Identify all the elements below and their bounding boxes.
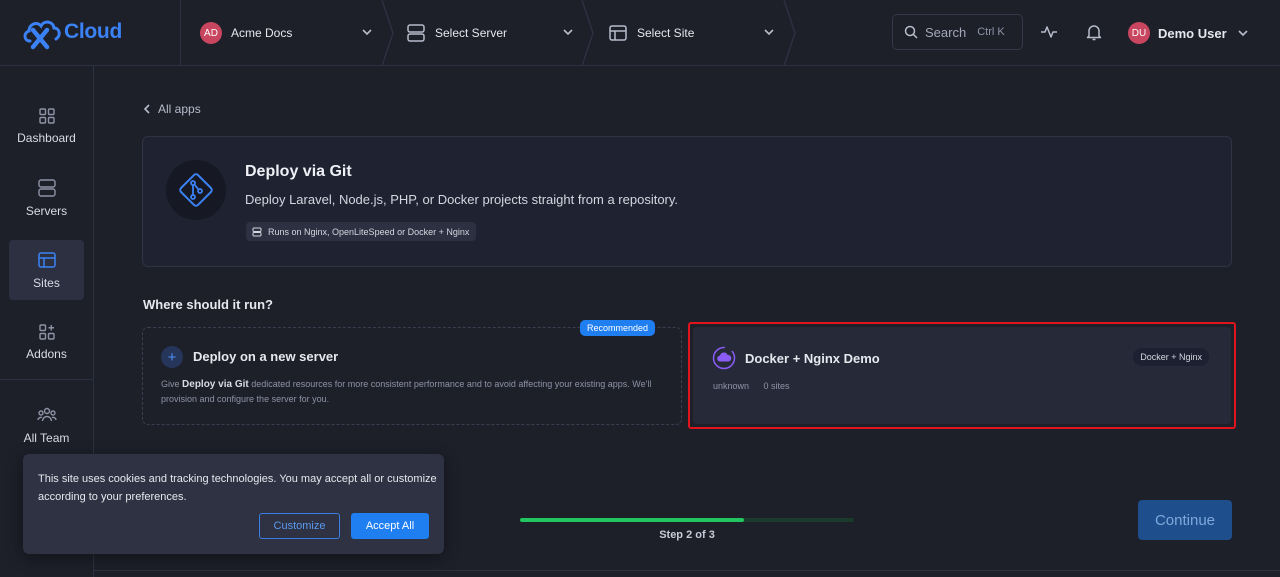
user-menu[interactable]: DU Demo User bbox=[1128, 21, 1250, 45]
placement-heading: Where should it run? bbox=[143, 297, 273, 312]
site-selector-label: Select Site bbox=[637, 26, 695, 40]
app-title: Deploy via Git bbox=[245, 163, 352, 180]
sidebar-item-label: Addons bbox=[26, 347, 67, 361]
recommended-badge: Recommended bbox=[580, 320, 656, 336]
addons-icon bbox=[38, 324, 55, 340]
server-selector-label: Select Server bbox=[435, 26, 508, 40]
breadcrumb-separator bbox=[381, 0, 394, 66]
site-selector[interactable]: Select Site bbox=[608, 0, 788, 66]
app-icon-wrapper bbox=[166, 160, 226, 220]
back-link[interactable]: All apps bbox=[143, 102, 201, 116]
chevron-left-icon bbox=[143, 104, 150, 114]
logo[interactable]: Cloud bbox=[22, 14, 122, 50]
team-selector[interactable]: AD Acme Docs bbox=[200, 0, 380, 66]
app-header-card: Deploy via Git Deploy Laravel, Node.js, … bbox=[142, 136, 1232, 267]
search-button[interactable]: Search Ctrl K bbox=[892, 14, 1023, 50]
cookie-banner: This site uses cookies and tracking tech… bbox=[23, 454, 444, 554]
sidebar-item-label: All Team bbox=[23, 431, 70, 445]
server-provider: unknown bbox=[713, 381, 750, 391]
team-icon bbox=[36, 407, 57, 422]
bell-icon[interactable] bbox=[1084, 22, 1104, 42]
sidebar-item-servers[interactable]: Servers bbox=[9, 168, 84, 228]
divider bbox=[0, 379, 94, 380]
existing-server-title: Docker + Nginx Demo bbox=[745, 351, 880, 366]
server-meta: unknown 0 sites bbox=[713, 381, 790, 391]
top-bar: Cloud AD Acme Docs Select Server Select … bbox=[0, 0, 1280, 66]
runs-on-text: Runs on Nginx, OpenLiteSpeed or Docker +… bbox=[268, 226, 470, 237]
site-icon bbox=[609, 25, 627, 41]
git-icon bbox=[179, 173, 213, 207]
new-server-description: Give Deploy via Git dedicated resources … bbox=[161, 377, 666, 407]
breadcrumb-separator bbox=[783, 0, 796, 66]
sidebar-item-addons[interactable]: Addons bbox=[9, 312, 84, 372]
desc-prefix: Give bbox=[161, 379, 180, 389]
new-server-option[interactable]: + Deploy on a new server Give Deploy via… bbox=[142, 327, 682, 425]
sidebar-item-label: Servers bbox=[25, 204, 68, 218]
chevron-down-icon bbox=[1238, 30, 1248, 37]
server-icon bbox=[37, 179, 56, 197]
activity-icon[interactable] bbox=[1039, 22, 1059, 42]
divider bbox=[94, 570, 1280, 571]
x-cloud-logo-icon bbox=[23, 20, 61, 50]
team-name: Acme Docs bbox=[231, 26, 293, 40]
wizard-progress-bar bbox=[520, 518, 854, 522]
new-server-title: Deploy on a new server bbox=[193, 349, 339, 364]
server-site-count: 0 sites bbox=[763, 381, 790, 391]
chevron-down-icon bbox=[764, 29, 774, 36]
existing-server-option[interactable]: Docker + Nginx Demo Docker + Nginx unkno… bbox=[688, 322, 1236, 429]
cloud-server-icon bbox=[712, 346, 736, 370]
continue-button[interactable]: Continue bbox=[1138, 500, 1232, 540]
accept-all-cookies-button[interactable]: Accept All bbox=[351, 513, 429, 539]
user-avatar: DU bbox=[1128, 22, 1150, 44]
plus-icon: + bbox=[161, 346, 183, 368]
wizard-step-label: Step 2 of 3 bbox=[659, 529, 715, 541]
chevron-down-icon bbox=[362, 29, 372, 36]
server-type-tag: Docker + Nginx bbox=[1133, 348, 1209, 366]
sidebar-item-label: Sites bbox=[33, 276, 60, 290]
cookie-message: This site uses cookies and tracking tech… bbox=[38, 473, 437, 503]
search-icon bbox=[904, 25, 918, 39]
runs-on-badge: Runs on Nginx, OpenLiteSpeed or Docker +… bbox=[246, 222, 477, 241]
back-link-label: All apps bbox=[158, 102, 201, 116]
sidebar-item-label: Dashboard bbox=[17, 131, 76, 145]
search-shortcut: Ctrl K bbox=[977, 26, 1005, 38]
sidebar-item-sites[interactable]: Sites bbox=[9, 240, 84, 300]
desc-app-name: Deploy via Git bbox=[182, 379, 249, 390]
sidebar-item-all-team[interactable]: All Team bbox=[9, 395, 84, 455]
search-label: Search bbox=[925, 24, 967, 40]
divider bbox=[180, 0, 181, 66]
breadcrumb-separator bbox=[581, 0, 594, 66]
app-description: Deploy Laravel, Node.js, PHP, or Docker … bbox=[245, 192, 679, 207]
team-avatar: AD bbox=[200, 22, 222, 44]
dashboard-icon bbox=[38, 108, 55, 124]
customize-cookies-button[interactable]: Customize bbox=[259, 513, 340, 539]
server-icon bbox=[407, 24, 425, 42]
server-icon bbox=[252, 227, 262, 236]
logo-text: Cloud bbox=[64, 20, 122, 43]
chevron-down-icon bbox=[563, 29, 573, 36]
wizard-progress-fill bbox=[520, 518, 744, 522]
site-icon bbox=[37, 252, 56, 268]
user-name: Demo User bbox=[1158, 25, 1227, 41]
server-selector[interactable]: Select Server bbox=[406, 0, 586, 66]
existing-server-card: Docker + Nginx Demo Docker + Nginx unkno… bbox=[693, 327, 1231, 424]
sidebar-item-dashboard[interactable]: Dashboard bbox=[9, 96, 84, 156]
